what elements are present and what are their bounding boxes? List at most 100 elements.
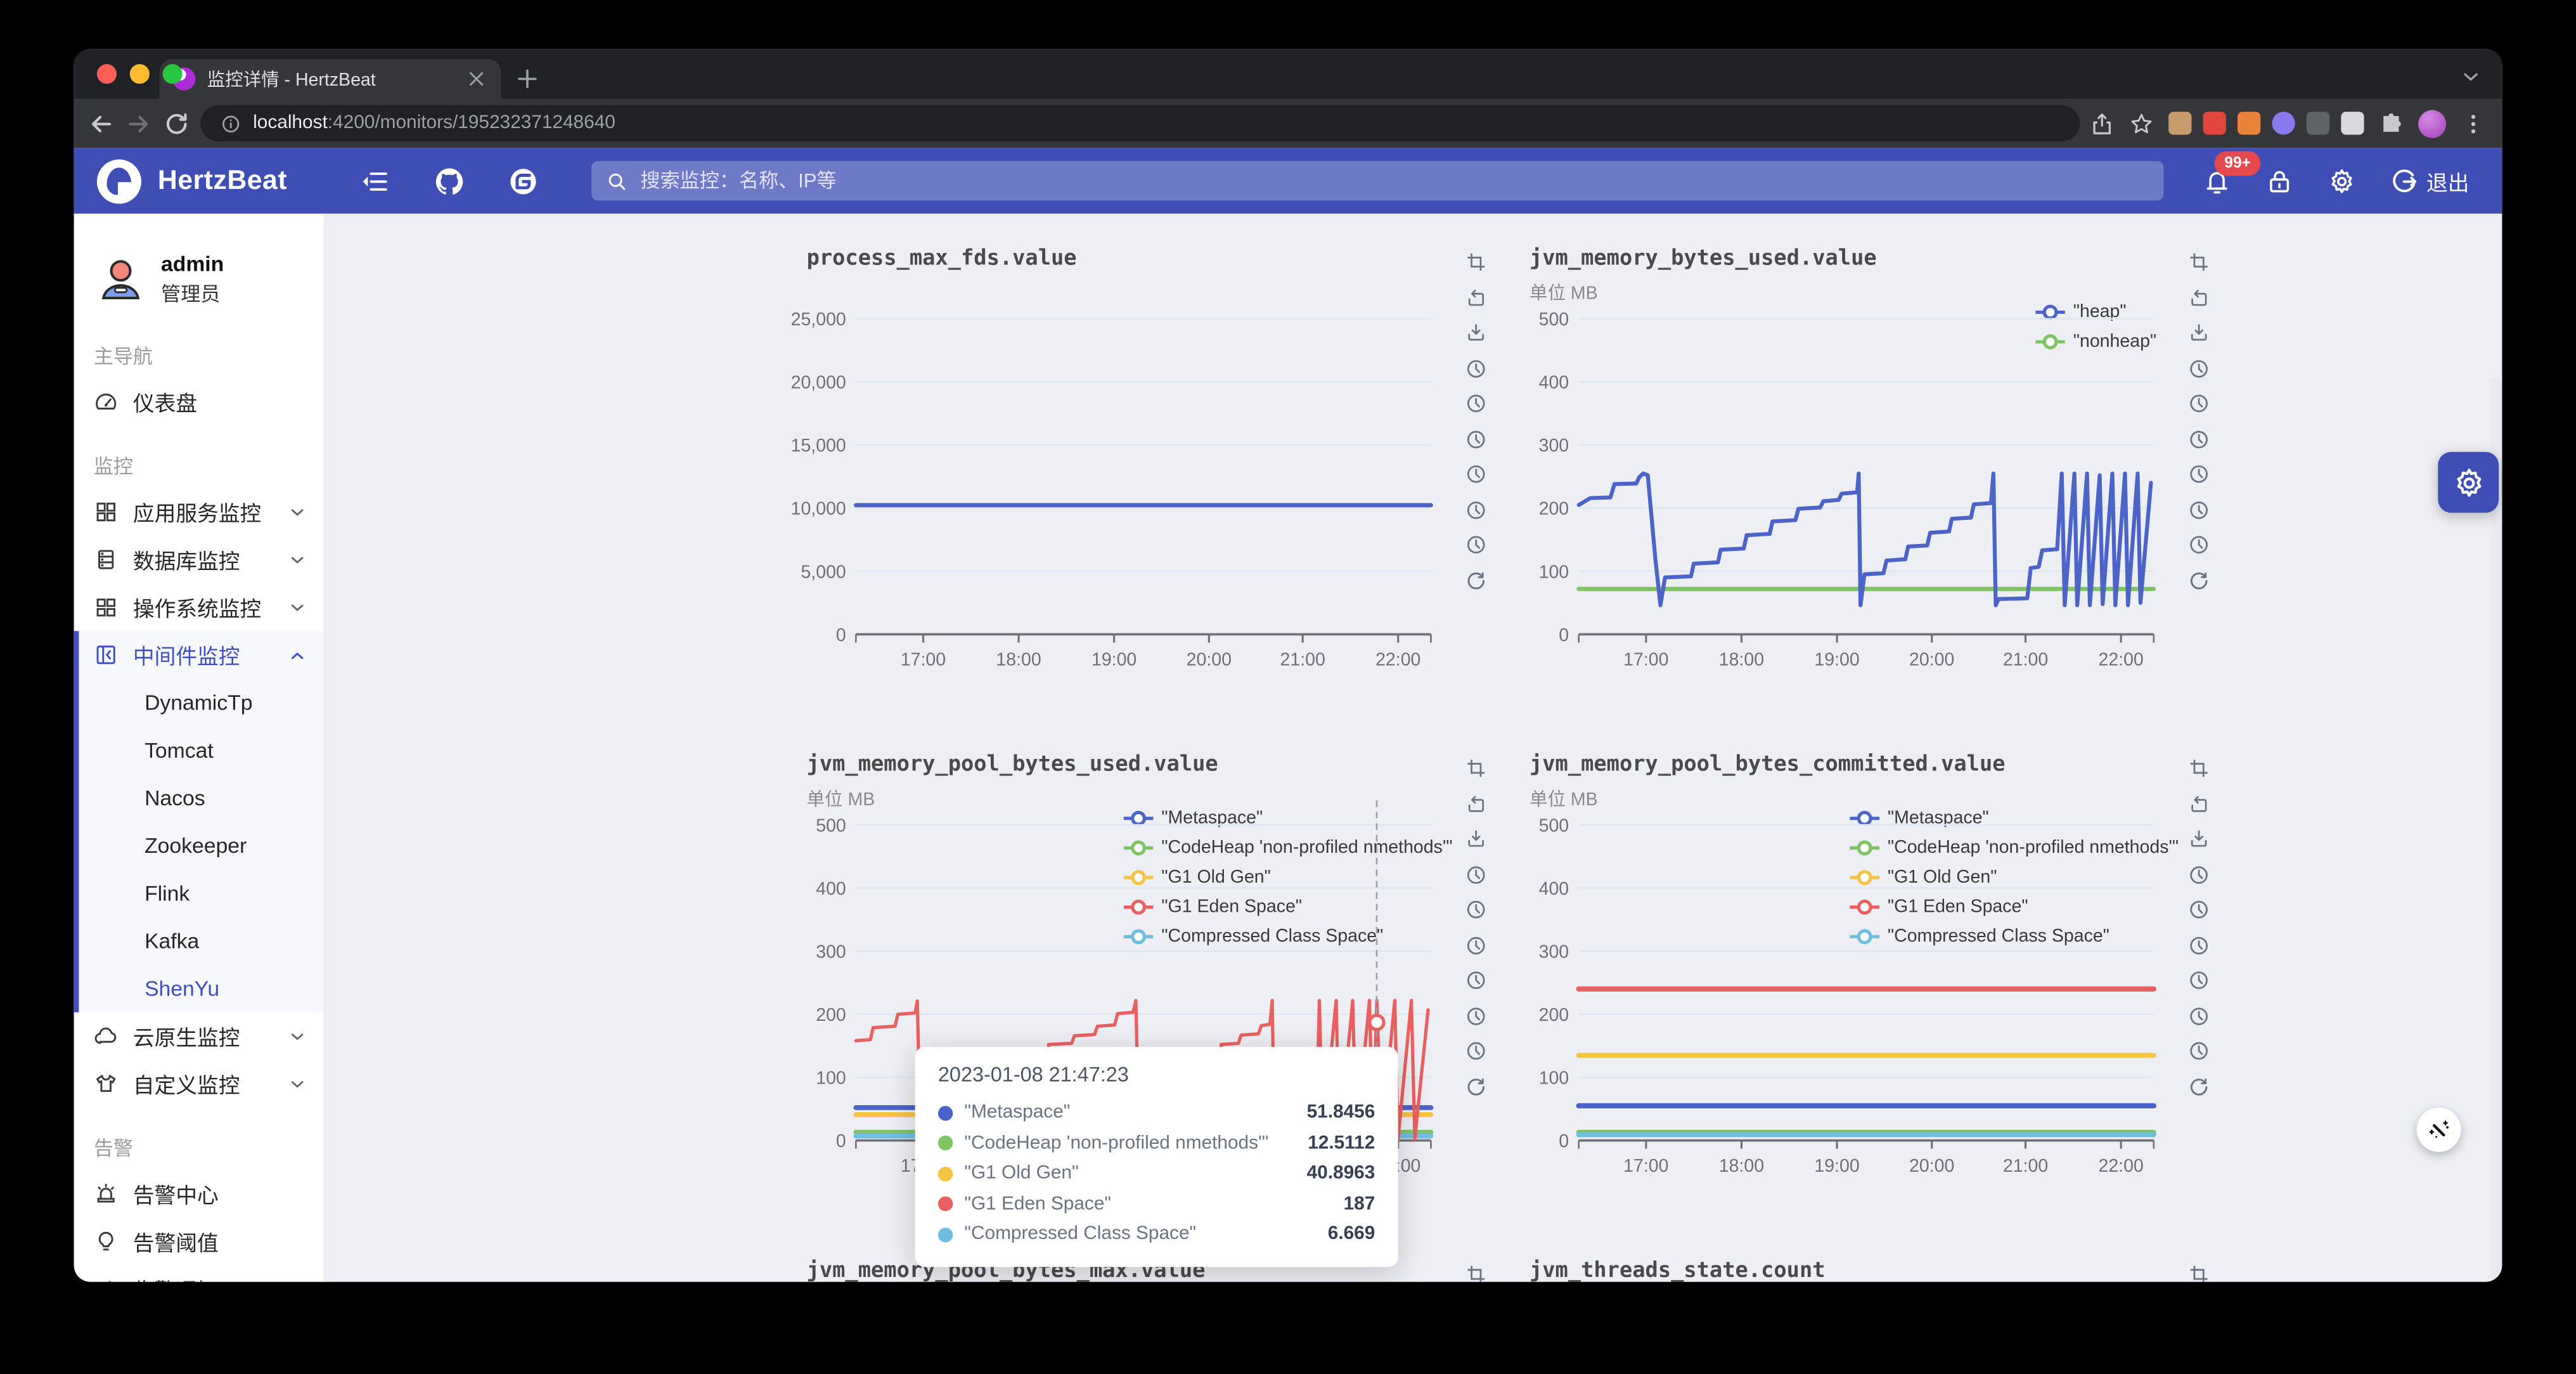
sidebar-item-云原生监控[interactable]: 云原生监控 (74, 1013, 324, 1060)
theme-settings-button[interactable] (2438, 452, 2499, 513)
clock-icon[interactable] (2188, 934, 2210, 956)
clock-icon[interactable] (2188, 392, 2210, 414)
tab-search-icon[interactable] (2459, 66, 2482, 89)
extension-icon-1[interactable] (2168, 112, 2191, 134)
sidebar-group-label: 告警 (74, 1127, 324, 1170)
tooltip-series-value: 12.5112 (1308, 1134, 1375, 1153)
extension-icons (2168, 112, 2364, 134)
tab-close-icon[interactable] (465, 67, 487, 90)
back-button[interactable] (87, 109, 115, 137)
svg-text:100: 100 (816, 1068, 846, 1089)
extension-icon-6[interactable] (2341, 112, 2364, 134)
clock-icon[interactable] (2188, 864, 2210, 885)
sidebar-item-仪表盘[interactable]: 仪表盘 (74, 378, 324, 425)
sidebar-subitem-Kafka[interactable]: Kafka (79, 917, 323, 964)
clock-icon[interactable] (2188, 969, 2210, 991)
sidebar-item-告警中心[interactable]: 告警中心 (74, 1170, 324, 1217)
clock-icon[interactable] (2188, 899, 2210, 921)
sidebar-subitem-Nacos[interactable]: Nacos (79, 774, 323, 822)
crop-icon[interactable] (2188, 252, 2210, 273)
notifications-button[interactable]: 99+ (2203, 167, 2231, 195)
svg-text:22:00: 22:00 (2098, 1156, 2143, 1176)
extension-icon-2[interactable] (2203, 112, 2226, 134)
refresh-icon[interactable] (2188, 569, 2210, 591)
address-bar[interactable]: localhost:4200/monitors/195232371248640 (200, 105, 2080, 141)
tooltip-row: "CodeHeap 'non-profiled nmethods'" 12.51… (938, 1128, 1375, 1158)
profile-avatar[interactable] (2418, 109, 2446, 137)
github-icon[interactable] (435, 167, 463, 195)
sidebar-item-数据库监控[interactable]: 数据库监控 (74, 536, 324, 583)
svg-text:200: 200 (1539, 1005, 1569, 1025)
brand-title: HertzBeat (158, 165, 287, 196)
sidebar-subitem-DynamicTp[interactable]: DynamicTp (79, 678, 323, 726)
bookmark-star-icon[interactable] (2129, 111, 2154, 136)
monitor-search[interactable] (591, 161, 2164, 200)
sidebar-item-中间件监控[interactable]: 中间件监控 (79, 631, 323, 678)
gitee-icon[interactable] (509, 167, 537, 195)
series-dot (938, 1167, 953, 1181)
sidebar-subitem-ShenYu[interactable]: ShenYu (79, 964, 323, 1012)
sidebar-item-label: 云原生监控 (133, 1021, 240, 1052)
extension-icon-3[interactable] (2238, 112, 2260, 134)
clock-icon[interactable] (2188, 534, 2210, 555)
hertzbeat-logo[interactable] (97, 159, 141, 203)
sidebar-item-告警阈值[interactable]: 告警阈值 (74, 1218, 324, 1266)
sidebar-item-应用服务监控[interactable]: 应用服务监控 (74, 488, 324, 536)
window-controls[interactable] (97, 64, 183, 84)
extension-icon-4[interactable] (2272, 112, 2295, 134)
reload-button[interactable] (163, 109, 191, 137)
extensions-puzzle-icon[interactable] (2379, 111, 2404, 136)
clock-icon[interactable] (2188, 1005, 2210, 1027)
sidebar-subitem-Flink[interactable]: Flink (79, 869, 323, 917)
megaphone-icon (94, 1277, 119, 1282)
chart-plot[interactable]: 05,00010,00015,00020,00025,00017:0018:00… (754, 308, 1477, 685)
sidebar-item-label: 中间件监控 (133, 639, 240, 670)
close-window-button[interactable] (97, 64, 117, 84)
svg-text:0: 0 (836, 625, 846, 645)
sidebar-subitem-Tomcat[interactable]: Tomcat (79, 727, 323, 774)
share-icon[interactable] (2090, 111, 2115, 136)
user-profile[interactable]: admin 管理员 (94, 243, 304, 316)
refresh-icon[interactable] (2188, 1075, 2210, 1097)
sidebar-item-操作系统监控[interactable]: 操作系统监控 (74, 583, 324, 631)
lock-icon[interactable] (2265, 167, 2293, 195)
chart-title: jvm_memory_pool_bytes_used.value (807, 753, 1218, 777)
svg-text:19:00: 19:00 (1092, 650, 1137, 670)
clock-icon[interactable] (2188, 428, 2210, 450)
clock-icon[interactable] (2188, 463, 2210, 485)
chevron-down-icon (288, 1027, 307, 1046)
clock-icon[interactable] (2188, 358, 2210, 379)
return-icon[interactable] (2188, 793, 2210, 815)
extension-icon-5[interactable] (2307, 112, 2329, 134)
svg-text:21:00: 21:00 (2003, 650, 2048, 670)
return-icon[interactable] (2188, 287, 2210, 308)
site-info-icon[interactable] (220, 113, 242, 134)
scrollbar[interactable] (2490, 378, 2502, 1281)
chart-plot[interactable]: 010020030040050017:0018:0019:0020:0021:0… (1477, 308, 2199, 685)
crop-icon[interactable] (2188, 1264, 2210, 1282)
sidebar-item-自定义监控[interactable]: 自定义监控 (74, 1060, 324, 1108)
new-tab-button[interactable] (514, 66, 540, 92)
minimize-window-button[interactable] (130, 64, 150, 84)
sidebar-subitem-Zookeeper[interactable]: Zookeeper (79, 822, 323, 869)
logout-button[interactable]: 退出 (2390, 165, 2469, 196)
search-input[interactable] (637, 167, 2149, 193)
forward-button[interactable] (125, 109, 153, 137)
clock-icon[interactable] (2188, 499, 2210, 521)
tooltip-series-label: "Metaspace" (964, 1103, 1070, 1123)
crop-icon[interactable] (2188, 758, 2210, 779)
download-icon[interactable] (2188, 322, 2210, 344)
sidebar-item-告警通知[interactable]: 告警通知 (74, 1266, 324, 1282)
clock-icon[interactable] (2188, 1040, 2210, 1062)
maximize-window-button[interactable] (163, 64, 183, 84)
chart-plot[interactable]: 010020030040050017:0018:0019:0020:0021:0… (1477, 813, 2199, 1191)
download-icon[interactable] (2188, 828, 2210, 850)
series-dot (938, 1227, 953, 1241)
svg-text:400: 400 (1539, 879, 1569, 899)
collapse-menu-icon[interactable] (361, 167, 389, 195)
browser-menu-icon[interactable] (2461, 111, 2486, 136)
settings-gear-icon[interactable] (2328, 167, 2356, 195)
browser-tab[interactable]: 监控详情 - HertzBeat (159, 59, 501, 98)
magic-wand-button[interactable] (2417, 1108, 2461, 1152)
tab-strip: 监控详情 - HertzBeat (74, 49, 2502, 99)
